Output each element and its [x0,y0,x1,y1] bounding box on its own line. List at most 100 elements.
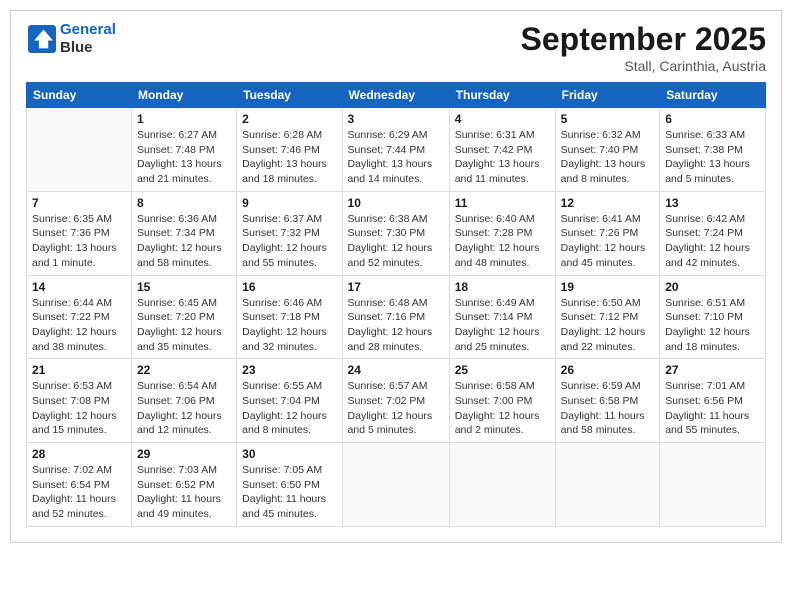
day-number: 26 [561,363,655,377]
calendar-cell: 15 Sunrise: 6:45 AM Sunset: 7:20 PM Dayli… [131,275,236,359]
day-number: 2 [242,112,336,126]
day-info: Sunrise: 7:03 AM Sunset: 6:52 PM Dayligh… [137,463,231,522]
location-subtitle: Stall, Carinthia, Austria [521,58,766,74]
day-number: 23 [242,363,336,377]
calendar-cell: 27 Sunrise: 7:01 AM Sunset: 6:56 PM Dayli… [660,359,766,443]
logo: General Blue [26,21,116,57]
day-number: 1 [137,112,231,126]
day-info: Sunrise: 6:40 AM Sunset: 7:28 PM Dayligh… [455,212,550,271]
day-number: 21 [32,363,126,377]
weekday-header: Monday [131,83,236,108]
calendar-cell: 14Sunrise: 6:44 AM Sunset: 7:22 PM Dayli… [27,275,132,359]
page-header: General Blue September 2025 Stall, Carin… [26,21,766,74]
day-info: Sunrise: 6:36 AM Sunset: 7:34 PM Dayligh… [137,212,231,271]
day-number: 16 [242,280,336,294]
day-info: Sunrise: 6:31 AM Sunset: 7:42 PM Dayligh… [455,128,550,187]
day-info: Sunrise: 6:35 AM Sunset: 7:36 PM Dayligh… [32,212,126,271]
calendar-cell: 11 Sunrise: 6:40 AM Sunset: 7:28 PM Dayli… [449,191,555,275]
day-number: 3 [348,112,444,126]
calendar-cell: 26Sunrise: 6:59 AM Sunset: 6:58 PM Dayli… [555,359,660,443]
calendar-cell: 17Sunrise: 6:48 AM Sunset: 7:16 PM Dayli… [342,275,449,359]
day-number: 5 [561,112,655,126]
day-info: Sunrise: 7:01 AM Sunset: 6:56 PM Dayligh… [665,379,760,438]
weekday-header: Saturday [660,83,766,108]
month-title: September 2025 [521,21,766,58]
day-number: 28 [32,447,126,461]
day-info: Sunrise: 6:32 AM Sunset: 7:40 PM Dayligh… [561,128,655,187]
calendar-cell: 12 Sunrise: 6:41 AM Sunset: 7:26 PM Dayli… [555,191,660,275]
calendar-cell: 5 Sunrise: 6:32 AM Sunset: 7:40 PM Daylig… [555,108,660,192]
day-info: Sunrise: 6:53 AM Sunset: 7:08 PM Dayligh… [32,379,126,438]
week-row: 21 Sunrise: 6:53 AM Sunset: 7:08 PM Dayli… [27,359,766,443]
calendar-cell: 7 Sunrise: 6:35 AM Sunset: 7:36 PM Daylig… [27,191,132,275]
day-number: 27 [665,363,760,377]
day-number: 11 [455,196,550,210]
calendar-cell: 28 Sunrise: 7:02 AM Sunset: 6:54 PM Dayli… [27,443,132,527]
weekday-header: Sunday [27,83,132,108]
day-number: 22 [137,363,231,377]
day-number: 10 [348,196,444,210]
day-info: Sunrise: 6:58 AM Sunset: 7:00 PM Dayligh… [455,379,550,438]
calendar-cell: 18 Sunrise: 6:49 AM Sunset: 7:14 PM Dayli… [449,275,555,359]
day-number: 7 [32,196,126,210]
day-info: Sunrise: 6:48 AM Sunset: 7:16 PM Dayligh… [348,296,444,355]
logo-icon [28,25,56,53]
day-info: Sunrise: 6:33 AM Sunset: 7:38 PM Dayligh… [665,128,760,187]
calendar-cell: 19Sunrise: 6:50 AM Sunset: 7:12 PM Dayli… [555,275,660,359]
day-info: Sunrise: 6:57 AM Sunset: 7:02 PM Dayligh… [348,379,444,438]
weekday-header: Thursday [449,83,555,108]
calendar-cell: 20Sunrise: 6:51 AM Sunset: 7:10 PM Dayli… [660,275,766,359]
calendar-cell: 1Sunrise: 6:27 AM Sunset: 7:48 PM Daylig… [131,108,236,192]
calendar-cell: 3 Sunrise: 6:29 AM Sunset: 7:44 PM Daylig… [342,108,449,192]
calendar-cell: 8 Sunrise: 6:36 AM Sunset: 7:34 PM Daylig… [131,191,236,275]
calendar-cell: 2 Sunrise: 6:28 AM Sunset: 7:46 PM Daylig… [237,108,342,192]
weekday-header-row: SundayMondayTuesdayWednesdayThursdayFrid… [27,83,766,108]
week-row: 1Sunrise: 6:27 AM Sunset: 7:48 PM Daylig… [27,108,766,192]
calendar-cell: 22 Sunrise: 6:54 AM Sunset: 7:06 PM Dayli… [131,359,236,443]
day-info: Sunrise: 6:45 AM Sunset: 7:20 PM Dayligh… [137,296,231,355]
day-number: 25 [455,363,550,377]
day-number: 30 [242,447,336,461]
calendar-cell: 21 Sunrise: 6:53 AM Sunset: 7:08 PM Dayli… [27,359,132,443]
calendar-cell: 25 Sunrise: 6:58 AM Sunset: 7:00 PM Dayli… [449,359,555,443]
calendar-cell: 4Sunrise: 6:31 AM Sunset: 7:42 PM Daylig… [449,108,555,192]
day-number: 15 [137,280,231,294]
logo-blue: Blue [60,39,93,56]
calendar-cell [342,443,449,527]
day-info: Sunrise: 6:49 AM Sunset: 7:14 PM Dayligh… [455,296,550,355]
week-row: 7 Sunrise: 6:35 AM Sunset: 7:36 PM Daylig… [27,191,766,275]
weekday-header: Wednesday [342,83,449,108]
calendar-cell: 30 Sunrise: 7:05 AM Sunset: 6:50 PM Dayli… [237,443,342,527]
day-number: 8 [137,196,231,210]
day-info: Sunrise: 7:05 AM Sunset: 6:50 PM Dayligh… [242,463,336,522]
weekday-header: Tuesday [237,83,342,108]
day-number: 14 [32,280,126,294]
day-info: Sunrise: 6:54 AM Sunset: 7:06 PM Dayligh… [137,379,231,438]
calendar-page: General Blue September 2025 Stall, Carin… [10,10,782,543]
day-info: Sunrise: 6:41 AM Sunset: 7:26 PM Dayligh… [561,212,655,271]
day-number: 6 [665,112,760,126]
calendar-cell: 24Sunrise: 6:57 AM Sunset: 7:02 PM Dayli… [342,359,449,443]
calendar-cell: 13 Sunrise: 6:42 AM Sunset: 7:24 PM Dayli… [660,191,766,275]
calendar-cell [27,108,132,192]
calendar-cell: 29Sunrise: 7:03 AM Sunset: 6:52 PM Dayli… [131,443,236,527]
day-number: 13 [665,196,760,210]
day-info: Sunrise: 6:29 AM Sunset: 7:44 PM Dayligh… [348,128,444,187]
calendar-cell [555,443,660,527]
calendar-cell: 16Sunrise: 6:46 AM Sunset: 7:18 PM Dayli… [237,275,342,359]
week-row: 14Sunrise: 6:44 AM Sunset: 7:22 PM Dayli… [27,275,766,359]
day-info: Sunrise: 6:42 AM Sunset: 7:24 PM Dayligh… [665,212,760,271]
day-info: Sunrise: 7:02 AM Sunset: 6:54 PM Dayligh… [32,463,126,522]
title-block: September 2025 Stall, Carinthia, Austria [521,21,766,74]
calendar-cell: 23Sunrise: 6:55 AM Sunset: 7:04 PM Dayli… [237,359,342,443]
calendar-cell [449,443,555,527]
day-info: Sunrise: 6:38 AM Sunset: 7:30 PM Dayligh… [348,212,444,271]
day-info: Sunrise: 6:28 AM Sunset: 7:46 PM Dayligh… [242,128,336,187]
calendar-table: SundayMondayTuesdayWednesdayThursdayFrid… [26,82,766,527]
day-number: 18 [455,280,550,294]
logo-general: General [60,21,116,38]
day-number: 9 [242,196,336,210]
day-number: 20 [665,280,760,294]
day-number: 12 [561,196,655,210]
day-number: 19 [561,280,655,294]
